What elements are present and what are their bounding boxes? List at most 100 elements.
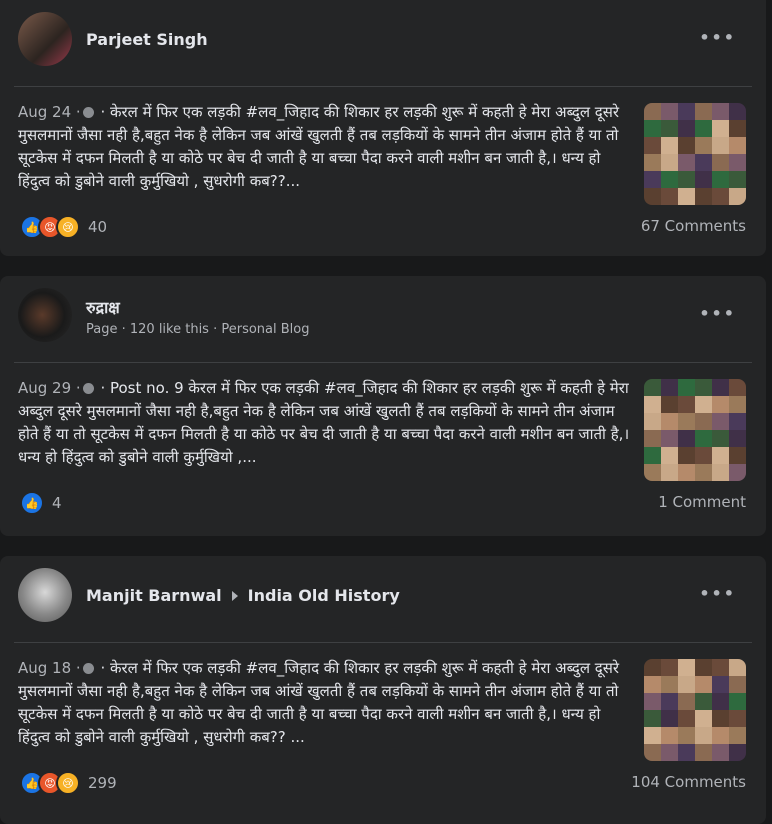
reactions-summary[interactable]: 👍 😡 😢 299: [20, 771, 117, 795]
thumbnail-pixel: [678, 171, 695, 188]
post-header: Parjeet Singh •••: [0, 0, 766, 86]
reaction-count: 40: [88, 218, 108, 236]
thumbnail-pixel: [712, 430, 729, 447]
thumbnail-pixel: [712, 103, 729, 120]
post-text[interactable]: Aug 24 · · केरल में फिर एक लड़की #लव_जिह…: [18, 101, 634, 193]
author-name[interactable]: Manjit Barnwal: [86, 586, 222, 605]
thumbnail-pixel: [661, 430, 678, 447]
thumbnail-pixel: [661, 727, 678, 744]
thumbnail-pixel: [695, 137, 712, 154]
thumbnail-pixel: [712, 659, 729, 676]
thumbnail-pixel: [644, 171, 661, 188]
thumbnail-pixel: [644, 103, 661, 120]
post-card: Parjeet Singh ••• Aug 24 · · केरल में फि…: [0, 0, 766, 256]
post-thumbnail[interactable]: [644, 379, 746, 481]
thumbnail-pixel: [712, 188, 729, 205]
thumbnail-pixel: [729, 464, 746, 481]
post-content: · केरल में फिर एक लड़की #लव_जिहाद की शिक…: [18, 659, 620, 746]
thumbnail-pixel: [678, 120, 695, 137]
thumbnail-pixel: [729, 693, 746, 710]
more-options-button[interactable]: •••: [699, 304, 736, 323]
thumbnail-pixel: [678, 659, 695, 676]
avatar[interactable]: [18, 288, 72, 342]
thumbnail-pixel: [729, 710, 746, 727]
post-body: Aug 18 · · केरल में फिर एक लड़की #लव_जिह…: [0, 643, 766, 761]
thumbnail-pixel: [695, 447, 712, 464]
post-header: रुद्राक्ष Page · 120 like this · Persona…: [0, 276, 766, 362]
thumbnail-pixel: [729, 120, 746, 137]
thumbnail-pixel: [678, 396, 695, 413]
thumbnail-pixel: [695, 154, 712, 171]
thumbnail-pixel: [729, 744, 746, 761]
post-content: · केरल में फिर एक लड़की #लव_जिहाद की शिक…: [18, 103, 620, 190]
thumbnail-pixel: [661, 120, 678, 137]
thumbnail-pixel: [678, 727, 695, 744]
comments-link[interactable]: 1 Comment: [658, 493, 746, 511]
post-thumbnail[interactable]: [644, 103, 746, 205]
post-thumbnail[interactable]: [644, 659, 746, 761]
thumbnail-pixel: [644, 659, 661, 676]
thumbnail-pixel: [729, 188, 746, 205]
more-options-button[interactable]: •••: [699, 584, 736, 603]
thumbnail-pixel: [644, 727, 661, 744]
thumbnail-pixel: [695, 744, 712, 761]
post-date[interactable]: Aug 18 ·: [18, 659, 81, 677]
post-footer: 👍 4 1 Comment: [0, 481, 766, 525]
avatar[interactable]: [18, 568, 72, 622]
thumbnail-pixel: [695, 379, 712, 396]
thumbnail-pixel: [644, 447, 661, 464]
sad-icon: 😢: [56, 215, 80, 239]
thumbnail-pixel: [661, 103, 678, 120]
thumbnail-pixel: [661, 659, 678, 676]
thumbnail-pixel: [644, 744, 661, 761]
comments-link[interactable]: 67 Comments: [641, 217, 746, 235]
avatar[interactable]: [18, 12, 72, 66]
thumbnail-pixel: [644, 379, 661, 396]
post-date[interactable]: Aug 29 ·: [18, 379, 81, 397]
thumbnail-pixel: [695, 676, 712, 693]
thumbnail-pixel: [712, 171, 729, 188]
post-footer: 👍 😡 😢 40 67 Comments: [0, 205, 766, 249]
group-name[interactable]: India Old History: [248, 586, 400, 605]
thumbnail-pixel: [644, 413, 661, 430]
post-card: Manjit Barnwal India Old History ••• Aug…: [0, 556, 766, 824]
globe-icon: [82, 107, 94, 118]
reactions-summary[interactable]: 👍 😡 😢 40: [20, 215, 107, 239]
post-date[interactable]: Aug 24 ·: [18, 103, 81, 121]
post-text[interactable]: Aug 29 · · Post no. 9 केरल में फिर एक लड…: [18, 377, 634, 469]
thumbnail-pixel: [729, 447, 746, 464]
thumbnail-pixel: [712, 464, 729, 481]
thumbnail-pixel: [729, 659, 746, 676]
thumbnail-pixel: [661, 676, 678, 693]
thumbnail-pixel: [644, 693, 661, 710]
thumbnail-pixel: [695, 430, 712, 447]
thumbnail-pixel: [678, 103, 695, 120]
author-name[interactable]: रुद्राक्ष: [86, 296, 120, 318]
thumbnail-pixel: [644, 154, 661, 171]
post-header: Manjit Barnwal India Old History •••: [0, 556, 766, 642]
thumbnail-pixel: [712, 710, 729, 727]
post-body: Aug 24 · · केरल में फिर एक लड़की #लव_जिह…: [0, 87, 766, 205]
thumbnail-pixel: [712, 676, 729, 693]
thumbnail-pixel: [678, 188, 695, 205]
thumbnail-pixel: [695, 710, 712, 727]
more-options-button[interactable]: •••: [699, 28, 736, 47]
thumbnail-pixel: [678, 710, 695, 727]
post-footer: 👍 😡 😢 299 104 Comments: [0, 761, 766, 805]
thumbnail-pixel: [729, 154, 746, 171]
thumbnail-pixel: [729, 727, 746, 744]
thumbnail-pixel: [661, 464, 678, 481]
thumbnail-pixel: [644, 188, 661, 205]
comments-link[interactable]: 104 Comments: [631, 773, 746, 791]
thumbnail-pixel: [678, 447, 695, 464]
thumbnail-pixel: [729, 676, 746, 693]
thumbnail-pixel: [695, 188, 712, 205]
thumbnail-pixel: [678, 154, 695, 171]
thumbnail-pixel: [644, 676, 661, 693]
post-text[interactable]: Aug 18 · · केरल में फिर एक लड़की #लव_जिह…: [18, 657, 634, 749]
reactions-summary[interactable]: 👍 4: [20, 491, 62, 515]
reaction-count: 4: [52, 494, 62, 512]
thumbnail-pixel: [661, 693, 678, 710]
thumbnail-pixel: [661, 188, 678, 205]
author-name[interactable]: Parjeet Singh: [86, 30, 208, 49]
